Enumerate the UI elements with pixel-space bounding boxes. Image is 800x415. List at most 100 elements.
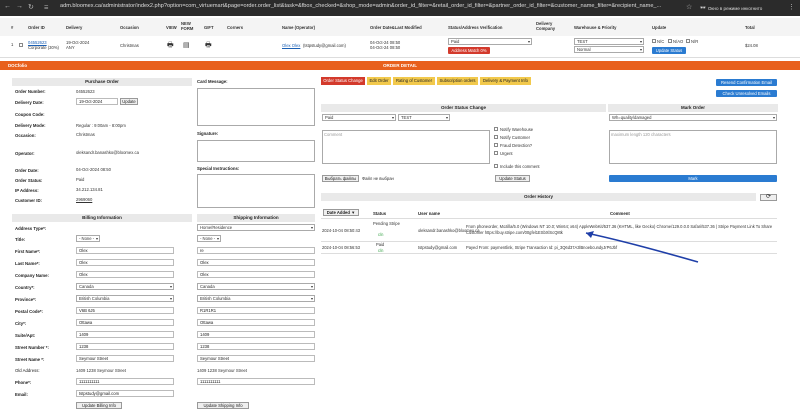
urgent-checkbox[interactable] (494, 151, 498, 155)
order-date-value: 04-Oct-2024 08:50 (76, 167, 111, 172)
refresh-history-icon[interactable]: ⟳ (760, 194, 777, 201)
col-occasion: Occasion (120, 25, 139, 30)
history-date: 2024-10-04 08:50:43 (322, 228, 361, 233)
billing-country-select[interactable]: Canada (76, 283, 174, 290)
date-added-sort-button[interactable]: Date Added ▼ (323, 209, 359, 216)
include-comment-checkbox[interactable] (494, 164, 498, 168)
shipping-suite-input[interactable]: 1409 (197, 331, 315, 338)
billing-title-select[interactable]: - None - (76, 235, 100, 242)
shipping-title-select[interactable]: - None - (197, 235, 221, 242)
comment-textarea[interactable]: Comment (322, 130, 490, 164)
tab-delivery-payment-info[interactable]: Delivery & Payment Info (480, 77, 531, 85)
billing-last-name-input[interactable]: Olex (76, 259, 174, 266)
card-message-label: Card Message: (197, 79, 228, 84)
company-label: Company Name: (15, 273, 49, 278)
ip-label: IP Address: (15, 188, 39, 193)
col-delivery-company: Delivery Company (536, 21, 556, 31)
customer-id-link[interactable]: 2969060 (76, 197, 92, 202)
status-change-header: Order Status Change (321, 104, 606, 112)
shipping-last-name-input[interactable]: Olex (197, 259, 315, 266)
billing-company-input[interactable]: Olex (76, 271, 174, 278)
customer-email: (tstpstudy@gmail.com) (303, 43, 346, 48)
mark-order-textarea[interactable]: maximum length 120 characters (609, 130, 777, 164)
address-bar[interactable]: adm.bloomex.ca/administrator/index2.php?… (60, 3, 661, 9)
col-gift: GIFT (204, 25, 214, 30)
update-billing-button[interactable]: Update Billing Info (76, 402, 122, 409)
new-warehouse-select[interactable]: TEST (398, 114, 450, 121)
order-type: Corporate (30%) (28, 45, 59, 50)
billing-street-number-input[interactable]: 1238 (76, 343, 174, 350)
col-view: VIEW (166, 25, 177, 30)
delivery-window: ANY (66, 45, 75, 50)
notify-customer-checkbox[interactable] (494, 135, 498, 139)
order-number: 04552623 (76, 89, 95, 94)
shipping-company-input[interactable]: Olex (197, 271, 315, 278)
forward-icon[interactable]: → (16, 3, 23, 10)
col-num: # (11, 25, 14, 30)
billing-phone-input[interactable]: 1111111111 (76, 378, 174, 385)
update-status-button[interactable]: Update Status (652, 47, 686, 54)
shipping-address-type-select[interactable]: Home/Residence (197, 224, 315, 231)
customer-name-link[interactable]: Olex Olex (282, 43, 300, 48)
tab-rating-of-customer[interactable]: Rating of Customer (393, 77, 435, 85)
billing-city-input[interactable]: Ottawa (76, 319, 174, 326)
warehouse-select[interactable]: TEST (574, 38, 644, 45)
billing-suite-input[interactable]: 1409 (76, 331, 174, 338)
update-delivery-date-button[interactable]: Update (120, 98, 138, 105)
new-status-select[interactable]: Paid (322, 114, 396, 121)
update-shipping-button[interactable]: Update Shipping Info (197, 402, 249, 409)
nr-checkbox[interactable] (686, 39, 690, 43)
billing-email-input[interactable]: tstpstudy@gmail.com (76, 390, 174, 397)
row-checkbox[interactable] (19, 43, 23, 47)
order-history-header: Order History (321, 193, 756, 201)
check-unresolved-emails-button[interactable]: Check Unresolved Emails (716, 90, 777, 97)
signature-textarea[interactable] (197, 140, 315, 162)
star-icon[interactable]: ☆ (686, 3, 692, 11)
nc-checkbox[interactable] (652, 39, 656, 43)
shipping-country-select[interactable]: Canada (197, 283, 315, 290)
gift-print-icon[interactable]: 🖶 (205, 41, 212, 52)
fraud-detection-checkbox[interactable] (494, 143, 498, 147)
choose-file-button[interactable]: Выбрать файлы (322, 175, 359, 182)
shipping-phone-input[interactable]: 1111111111 (197, 378, 315, 385)
print-icon[interactable]: 🖶 (167, 41, 174, 52)
site-info-icon[interactable]: ☰ (44, 5, 48, 11)
update-status-submit-button[interactable]: Update Status (495, 175, 530, 182)
shipping-street-name-input[interactable]: Seymour Street (197, 355, 315, 362)
shipping-city-input[interactable]: Ottawa (197, 319, 315, 326)
tab-edit-order[interactable]: Edit Order (367, 77, 391, 85)
status-select[interactable]: Paid (448, 38, 532, 45)
form-icon[interactable]: ▤ (183, 41, 190, 49)
special-instructions-textarea[interactable] (197, 174, 315, 208)
col-warehouse: Warehouse & Priority (574, 25, 617, 30)
mark-order-select[interactable]: Wh=quality/damaged (609, 114, 777, 121)
tab-order-status-change[interactable]: Order Status Change (321, 77, 365, 85)
card-message-textarea[interactable] (197, 88, 315, 126)
billing-street-name-input[interactable]: Seymour Street (76, 355, 174, 362)
history-row: 2024-10-04 08:56:53 Paid c/n tstpstudy@g… (321, 242, 777, 254)
fraud-detection-label: Fraud Detection? (500, 143, 533, 148)
incognito-indicator[interactable]: 🕶 Окно в режиме инкогнито (700, 3, 778, 13)
city-label: City*: (15, 321, 27, 326)
operator-value: oleksandr.banashko@bloomex.ca (76, 150, 139, 155)
shipping-province-select[interactable]: British Columbia (197, 295, 315, 302)
shipping-postal-input[interactable]: R1R1R1 (197, 307, 315, 314)
shipping-street-number-input[interactable]: 1238 (197, 343, 315, 350)
order-total: $24.08 (745, 43, 758, 48)
billing-first-name-input[interactable]: Olex (76, 247, 174, 254)
back-icon[interactable]: ← (4, 3, 11, 10)
notify-warehouse-checkbox[interactable] (494, 127, 498, 131)
nao-checkbox[interactable] (668, 39, 672, 43)
tab-subscription-orders[interactable]: Subscription orders (437, 77, 478, 85)
billing-province-select[interactable]: British Columbia (76, 295, 174, 302)
menu-icon[interactable]: ⋮ (788, 3, 795, 11)
delivery-date-input[interactable]: 19-Oct-2024 (76, 98, 118, 105)
billing-postal-input[interactable]: V6B 6J5 (76, 307, 174, 314)
reload-icon[interactable]: ↻ (28, 3, 34, 11)
priority-select[interactable]: Normal (574, 46, 644, 53)
province-label: Province*: (15, 297, 37, 302)
shipping-first-name-input[interactable]: re (197, 247, 315, 254)
mark-button[interactable]: Mark (609, 175, 777, 182)
col-order-date: Order Date&Last Modified (370, 25, 422, 30)
resend-confirmation-email-button[interactable]: Resend Confirmation Email (716, 79, 777, 86)
